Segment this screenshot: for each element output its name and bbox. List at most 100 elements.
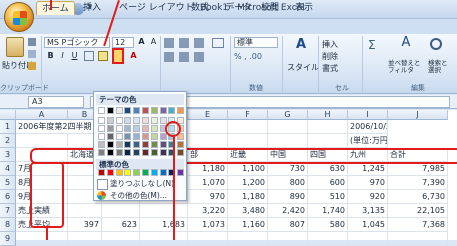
standard-color-swatch[interactable] bbox=[115, 169, 123, 176]
cell[interactable]: 1,683 bbox=[140, 218, 188, 232]
theme-tint-swatch[interactable] bbox=[177, 141, 185, 148]
theme-tint-swatch[interactable] bbox=[124, 117, 132, 124]
theme-tint-swatch[interactable] bbox=[124, 141, 132, 148]
cell[interactable]: 970 bbox=[348, 176, 388, 190]
cell[interactable] bbox=[268, 232, 308, 246]
tab-home[interactable]: ホーム bbox=[36, 1, 75, 15]
standard-color-swatch[interactable] bbox=[177, 169, 185, 176]
cell[interactable]: 7,390 bbox=[388, 176, 448, 190]
cell[interactable]: 1,245 bbox=[348, 162, 388, 176]
cell[interactable]: 920 bbox=[348, 190, 388, 204]
cell[interactable]: 3,480 bbox=[228, 204, 268, 218]
cell[interactable] bbox=[16, 232, 68, 246]
theme-tint-swatch[interactable] bbox=[150, 149, 158, 156]
cell[interactable]: 730 bbox=[268, 162, 308, 176]
theme-tint-swatch[interactable] bbox=[142, 141, 149, 148]
cell[interactable] bbox=[228, 134, 268, 148]
cells-delete-button[interactable]: 削除 bbox=[322, 51, 338, 62]
no-fill-item[interactable]: 塗りつぶしなし(N) bbox=[97, 178, 183, 190]
cell[interactable]: 890 bbox=[268, 190, 308, 204]
cell[interactable]: 1,073 bbox=[188, 218, 228, 232]
cell[interactable] bbox=[228, 120, 268, 134]
theme-color-swatch[interactable] bbox=[159, 107, 167, 114]
cell[interactable]: 580 bbox=[308, 218, 348, 232]
cells-format-button[interactable]: 書式 bbox=[322, 63, 338, 74]
theme-tint-swatch[interactable] bbox=[124, 149, 132, 156]
cell[interactable] bbox=[68, 232, 102, 246]
theme-tint-swatch[interactable] bbox=[106, 117, 114, 124]
italic-button[interactable]: I bbox=[57, 51, 68, 61]
cell[interactable]: 800 bbox=[268, 176, 308, 190]
standard-color-swatch[interactable] bbox=[159, 169, 167, 176]
theme-tint-swatch[interactable] bbox=[106, 141, 114, 148]
column-header[interactable]: J bbox=[388, 110, 448, 120]
font-size-box[interactable]: 12 bbox=[112, 37, 134, 48]
theme-color-swatch[interactable] bbox=[106, 107, 114, 114]
styles-icon[interactable]: A bbox=[294, 38, 308, 54]
theme-color-swatch[interactable] bbox=[168, 107, 176, 114]
cell[interactable] bbox=[308, 232, 348, 246]
font-color-button[interactable]: A bbox=[128, 51, 139, 61]
theme-tint-swatch[interactable] bbox=[98, 149, 105, 156]
cell[interactable] bbox=[388, 232, 448, 246]
indent-buttons[interactable] bbox=[164, 52, 208, 62]
theme-tint-swatch[interactable] bbox=[142, 149, 149, 156]
office-button[interactable] bbox=[4, 2, 34, 32]
standard-color-swatch[interactable] bbox=[133, 169, 141, 176]
row-header[interactable]: 6 bbox=[0, 190, 16, 204]
theme-tint-swatch[interactable] bbox=[115, 133, 123, 140]
theme-tint-swatch[interactable] bbox=[115, 141, 123, 148]
cell[interactable] bbox=[68, 204, 102, 218]
row-header[interactable]: 5 bbox=[0, 176, 16, 190]
find-select-button[interactable]: 検索と 選択 bbox=[428, 60, 448, 74]
cell[interactable] bbox=[348, 232, 388, 246]
theme-color-swatch[interactable] bbox=[177, 107, 185, 114]
cell[interactable] bbox=[140, 204, 188, 218]
cell[interactable]: (単位:万円) bbox=[348, 134, 388, 148]
theme-tint-swatch[interactable] bbox=[115, 125, 123, 132]
cell[interactable] bbox=[268, 120, 308, 134]
cell[interactable]: 1,045 bbox=[348, 218, 388, 232]
cell[interactable]: 397 bbox=[68, 218, 102, 232]
cell[interactable]: 22,105 bbox=[388, 204, 448, 218]
cell[interactable] bbox=[140, 232, 188, 246]
theme-color-swatch[interactable] bbox=[124, 107, 132, 114]
theme-color-swatch[interactable] bbox=[115, 107, 123, 114]
cell[interactable]: 1,200 bbox=[228, 176, 268, 190]
styles-button[interactable]: スタイル bbox=[287, 62, 319, 73]
standard-color-swatch[interactable] bbox=[124, 169, 132, 176]
theme-tint-swatch[interactable] bbox=[115, 149, 123, 156]
column-header[interactable]: G bbox=[268, 110, 308, 120]
cell[interactable]: 1,180 bbox=[188, 162, 228, 176]
row-header[interactable]: 8 bbox=[0, 218, 16, 232]
cell[interactable]: 630 bbox=[308, 162, 348, 176]
more-colors-item[interactable]: その他の色(M)... bbox=[97, 190, 183, 202]
standard-color-swatch[interactable] bbox=[142, 169, 149, 176]
theme-tint-swatch[interactable] bbox=[124, 133, 132, 140]
theme-tint-swatch[interactable] bbox=[106, 149, 114, 156]
cell[interactable] bbox=[102, 204, 140, 218]
theme-tint-swatch[interactable] bbox=[150, 133, 158, 140]
cell[interactable]: 623 bbox=[102, 218, 140, 232]
cell[interactable] bbox=[308, 134, 348, 148]
fill-color-icon[interactable] bbox=[98, 51, 108, 61]
cell[interactable]: 3,135 bbox=[348, 204, 388, 218]
theme-color-swatch[interactable] bbox=[133, 107, 141, 114]
cell[interactable]: 970 bbox=[188, 190, 228, 204]
theme-tint-swatch[interactable] bbox=[98, 125, 105, 132]
cell[interactable]: 6,730 bbox=[388, 190, 448, 204]
cell[interactable]: 600 bbox=[308, 176, 348, 190]
cell[interactable]: 1,160 bbox=[228, 218, 268, 232]
fill-color-dropdown-button[interactable] bbox=[112, 48, 124, 64]
cell[interactable] bbox=[16, 134, 68, 148]
cell[interactable]: 2,420 bbox=[268, 204, 308, 218]
theme-tint-swatch[interactable] bbox=[142, 117, 149, 124]
theme-tint-swatch[interactable] bbox=[159, 149, 167, 156]
tab-formulas[interactable]: 数式 bbox=[186, 1, 214, 15]
theme-tint-swatch[interactable] bbox=[98, 133, 105, 140]
tab-view[interactable]: 表示 bbox=[290, 1, 318, 15]
cell[interactable] bbox=[268, 134, 308, 148]
font-name-box[interactable]: MS Pゴシック bbox=[44, 37, 110, 48]
theme-tint-swatch[interactable] bbox=[150, 117, 158, 124]
cell[interactable] bbox=[188, 232, 228, 246]
